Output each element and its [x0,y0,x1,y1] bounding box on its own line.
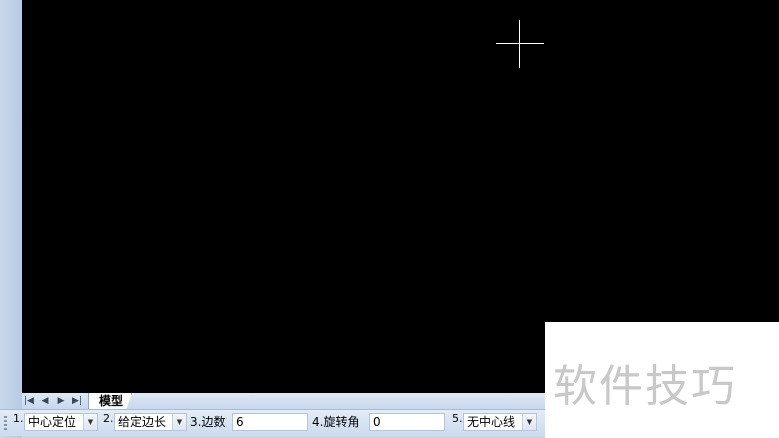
option-5-number: 5. [452,412,463,425]
rotation-input[interactable]: 0 [369,413,445,431]
first-tab-icon[interactable]: |◀ [22,395,36,407]
center-line-value: 无中心线 [467,415,516,429]
center-position-select[interactable]: 中心定位 ▼ [24,413,98,431]
left-ribbon-strip [0,0,22,438]
last-tab-icon[interactable]: ▶| [70,395,84,407]
crosshair-cursor-vertical [519,20,520,68]
watermark-overlay: 软件技巧 [545,322,779,438]
watermark-text: 软件技巧 [553,361,737,412]
sides-input[interactable]: 6 [232,413,308,431]
center-line-select[interactable]: 无中心线 ▼ [463,413,537,431]
chevron-down-icon[interactable]: ▼ [83,414,97,430]
chevron-down-icon[interactable]: ▼ [522,414,536,430]
side-length-select[interactable]: 给定边长 ▼ [114,413,187,431]
chevron-down-icon[interactable]: ▼ [172,414,186,430]
rotation-label: 4.旋转角 [312,415,360,429]
option-1-number: 1. [13,412,24,425]
toolbar-grip[interactable] [4,416,7,430]
option-2-number: 2. [103,412,114,425]
side-length-value: 给定边长 [118,415,167,429]
crosshair-cursor-horizontal [496,43,544,44]
command-options-bar: 1. 中心定位 ▼ 2. 给定边长 ▼ 3.边数 6 4.旋转角 0 5. 无中… [0,409,545,436]
prev-tab-icon[interactable]: ◀ [38,395,52,407]
sides-label: 3.边数 [190,415,226,429]
center-position-value: 中心定位 [28,415,77,429]
next-tab-icon[interactable]: ▶ [54,395,68,407]
tab-model[interactable]: 模型 [88,393,132,410]
